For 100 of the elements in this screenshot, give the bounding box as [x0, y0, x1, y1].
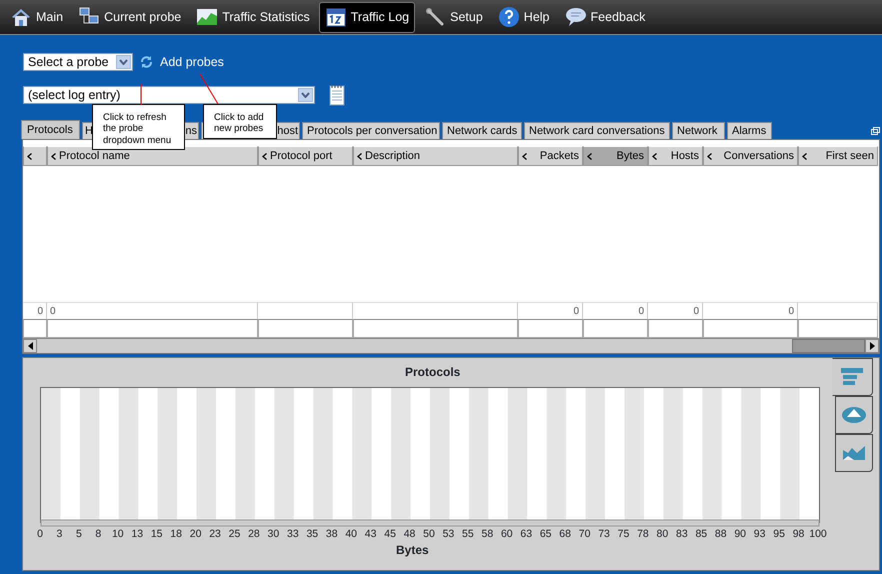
- column-header[interactable]: [23, 146, 47, 166]
- filter-field[interactable]: [798, 319, 878, 338]
- help-icon: [498, 6, 520, 28]
- filter-field[interactable]: [648, 319, 703, 338]
- axis-tick-label: 85: [695, 527, 708, 542]
- axis-tick-label: 63: [520, 527, 532, 542]
- chart-type-tab[interactable]: [835, 396, 873, 434]
- axis-tick-label: 45: [384, 527, 396, 542]
- chevron-down-icon: [119, 59, 128, 66]
- axis-tick-label: 13: [131, 527, 144, 542]
- toolbar-button[interactable]: Setup: [418, 2, 489, 32]
- axis-tick-label: 90: [734, 527, 746, 542]
- axis-tick-label: 68: [559, 527, 571, 542]
- column-header[interactable]: Description: [353, 146, 518, 166]
- filter-field[interactable]: [518, 319, 583, 338]
- chart-type-tab[interactable]: [832, 358, 873, 396]
- chevron-down-icon: [301, 92, 310, 98]
- axis-tick-label: 38: [326, 527, 338, 542]
- axis-tick-label: 15: [150, 527, 163, 542]
- notepad-icon[interactable]: [329, 84, 345, 106]
- log-entry-select[interactable]: (select log entry): [23, 86, 315, 104]
- axis-tick-label: 28: [248, 527, 260, 542]
- tab[interactable]: Network cards: [442, 122, 522, 139]
- column-header[interactable]: Protocol port: [258, 146, 353, 166]
- axis-tick-label: 60: [500, 527, 513, 542]
- axis-tick-label: 50: [423, 527, 435, 542]
- tooltip: Click to add new probes: [203, 104, 277, 139]
- tooltip: Click to refresh the probe dropdown menu: [92, 104, 185, 150]
- axis-tick-label: 70: [578, 527, 590, 542]
- axis-tick-label: 93: [754, 527, 766, 542]
- tab[interactable]: Protocols per conversation: [302, 122, 440, 139]
- axis-tick-label: 98: [792, 527, 804, 542]
- axis-tick-label: 30: [268, 527, 280, 542]
- axis-tick-label: 20: [190, 527, 202, 542]
- tab[interactable]: Protocols: [21, 120, 80, 139]
- axis-tick-label: 23: [209, 527, 221, 542]
- filter-field[interactable]: [47, 319, 258, 338]
- house-icon: [10, 6, 32, 28]
- restore-icon[interactable]: [871, 127, 880, 135]
- scrollbar-thumb[interactable]: [792, 339, 865, 353]
- filter-field[interactable]: [583, 319, 648, 338]
- axis-tick-label: 48: [404, 527, 416, 542]
- axis-tick-label: 33: [287, 527, 299, 542]
- pie-chart-icon: [842, 407, 866, 423]
- axis-label: Bytes: [396, 542, 429, 559]
- leader-line: [199, 74, 219, 105]
- tab[interactable]: Network card conversations: [524, 122, 670, 139]
- column-header[interactable]: Protocol name: [47, 146, 258, 166]
- probe-select[interactable]: Select a probe: [23, 53, 133, 72]
- toolbar-button[interactable]: Traffic Statistics: [190, 2, 316, 32]
- axis-tick-label: 25: [228, 527, 240, 542]
- axis-tick-label: 75: [618, 527, 630, 542]
- toolbar-button[interactable]: Current probe: [72, 2, 188, 32]
- calendar-icon: [324, 6, 347, 28]
- axis-tick-label: 35: [306, 527, 318, 542]
- area-chart-icon: [843, 446, 865, 460]
- column-header[interactable]: Conversations: [703, 146, 798, 166]
- toolbar-button[interactable]: Help: [492, 2, 556, 32]
- column-header[interactable]: Bytes: [583, 146, 648, 166]
- axis-tick-label: 10: [112, 527, 124, 542]
- column-header[interactable]: Packets: [518, 146, 583, 166]
- axis-tick-label: 0: [37, 527, 43, 542]
- toolbar-button[interactable]: Feedback: [558, 2, 652, 32]
- axis-tick-label: 55: [462, 527, 474, 542]
- axis-tick-label: 73: [598, 527, 610, 542]
- axis-tick-label: 53: [442, 527, 454, 542]
- chart-icon: [196, 6, 218, 28]
- axis-tick-label: 78: [637, 527, 649, 542]
- chart-title: Protocols: [405, 364, 460, 381]
- bar-chart-icon: [840, 368, 864, 386]
- leader-line: [140, 84, 142, 105]
- wrench-icon: [424, 6, 446, 28]
- left-arrow-icon: [28, 342, 32, 350]
- axis-tick-label: 88: [714, 527, 727, 542]
- toolbar-button[interactable]: Traffic Log: [318, 2, 416, 32]
- axis-tick-label: 43: [364, 527, 376, 542]
- axis-tick-label: 95: [773, 527, 785, 542]
- axis-tick-label: 65: [540, 527, 552, 542]
- scroll-right-button[interactable]: [865, 339, 879, 353]
- axis-tick-label: 58: [482, 527, 494, 542]
- axis-tick-label: 100: [809, 527, 827, 542]
- axis-tick-label: 3: [56, 527, 62, 542]
- axis-tick-label: 40: [345, 527, 358, 542]
- tab[interactable]: Alarms: [727, 122, 772, 139]
- filter-field[interactable]: [258, 319, 353, 338]
- axis-tick-label: 83: [676, 527, 688, 542]
- speech-bubble-icon: [564, 6, 587, 28]
- scroll-left-button[interactable]: [23, 339, 37, 353]
- filter-field[interactable]: [353, 319, 518, 338]
- column-header[interactable]: First seen: [798, 146, 878, 166]
- toolbar-button[interactable]: Main: [4, 2, 70, 32]
- right-arrow-icon: [870, 342, 874, 350]
- chart-type-tab[interactable]: [835, 434, 873, 472]
- filter-field[interactable]: [23, 319, 47, 338]
- refresh-icon[interactable]: [139, 55, 154, 70]
- column-header[interactable]: Hosts: [648, 146, 703, 166]
- axis-tick-label: 8: [95, 527, 102, 542]
- tab[interactable]: Network: [672, 122, 725, 139]
- add-probes-link[interactable]: Add probes: [160, 53, 224, 72]
- filter-field[interactable]: [703, 319, 798, 338]
